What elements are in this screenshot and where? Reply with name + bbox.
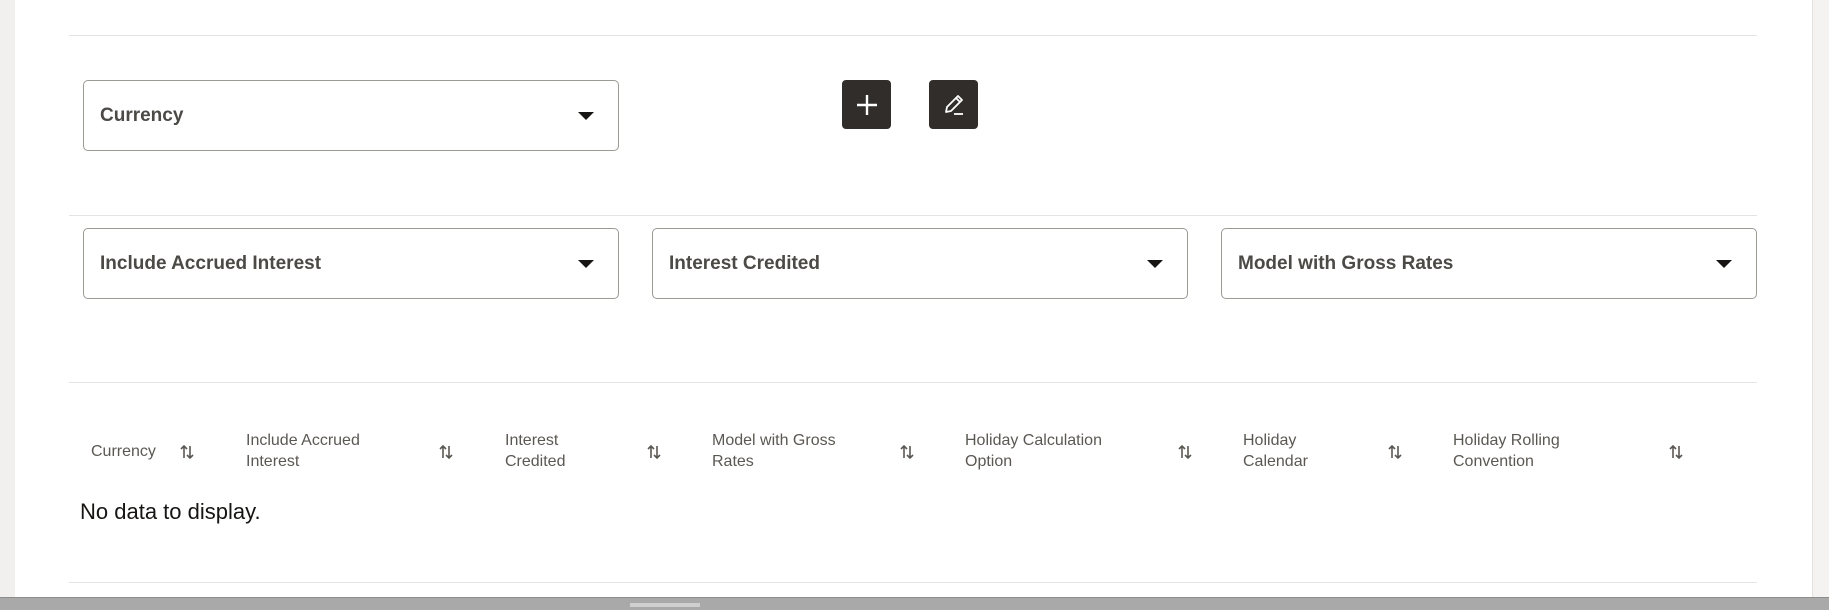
column-header-holiday-calendar[interactable]: Holiday Calendar (1243, 429, 1333, 473)
model-with-gross-rates-select[interactable]: Model with Gross Rates (1221, 228, 1757, 299)
divider (69, 215, 1757, 216)
horizontal-scrollbar[interactable] (0, 597, 1829, 610)
plus-icon (856, 94, 877, 115)
sort-arrows-icon[interactable] (1386, 443, 1404, 461)
sort-arrows-icon[interactable] (178, 443, 196, 461)
add-button[interactable] (842, 80, 891, 129)
currency-select-label: Currency (100, 104, 184, 126)
sort-arrows-icon[interactable] (898, 443, 916, 461)
column-header-label: Holiday Calendar (1243, 432, 1308, 470)
interest-credited-label: Interest Credited (669, 252, 820, 274)
column-header-label: Include Accrued Interest (246, 432, 360, 470)
divider (69, 582, 1757, 583)
sort-arrows-icon[interactable] (1176, 443, 1194, 461)
column-header-include-accrued-interest[interactable]: Include Accrued Interest (246, 429, 396, 473)
caret-down-icon (1147, 259, 1163, 268)
sort-arrows-icon[interactable] (437, 443, 455, 461)
pencil-icon (944, 94, 963, 115)
column-header-holiday-calculation-option[interactable]: Holiday Calculation Option (965, 429, 1125, 473)
column-header-interest-credited[interactable]: Interest Credited (505, 429, 615, 473)
empty-table-message: No data to display. (80, 499, 261, 524)
column-header-label: Currency (91, 442, 156, 460)
caret-down-icon (1716, 259, 1732, 268)
sort-arrows-icon[interactable] (1667, 443, 1685, 461)
caret-down-icon (578, 259, 594, 268)
divider (69, 35, 1757, 36)
column-header-holiday-rolling-convention[interactable]: Holiday Rolling Convention (1453, 429, 1593, 473)
currency-select[interactable]: Currency (83, 80, 619, 151)
right-scroll-rail (1812, 0, 1829, 597)
edit-button[interactable] (929, 80, 978, 129)
column-header-label: Interest Credited (505, 432, 566, 470)
divider (69, 382, 1757, 383)
column-header-label: Model with Gross Rates (712, 432, 836, 470)
sort-arrows-icon[interactable] (645, 443, 663, 461)
include-accrued-interest-select[interactable]: Include Accrued Interest (83, 228, 619, 299)
include-accrued-interest-label: Include Accrued Interest (100, 252, 322, 274)
model-with-gross-rates-label: Model with Gross Rates (1238, 252, 1454, 274)
column-header-currency[interactable]: Currency (91, 429, 171, 473)
column-header-model-with-gross-rates[interactable]: Model with Gross Rates (712, 429, 872, 473)
scrollbar-thumb[interactable] (630, 603, 700, 607)
caret-down-icon (578, 111, 594, 120)
interest-credited-select[interactable]: Interest Credited (652, 228, 1188, 299)
column-header-label: Holiday Rolling Convention (1453, 432, 1560, 470)
column-header-label: Holiday Calculation Option (965, 432, 1102, 470)
